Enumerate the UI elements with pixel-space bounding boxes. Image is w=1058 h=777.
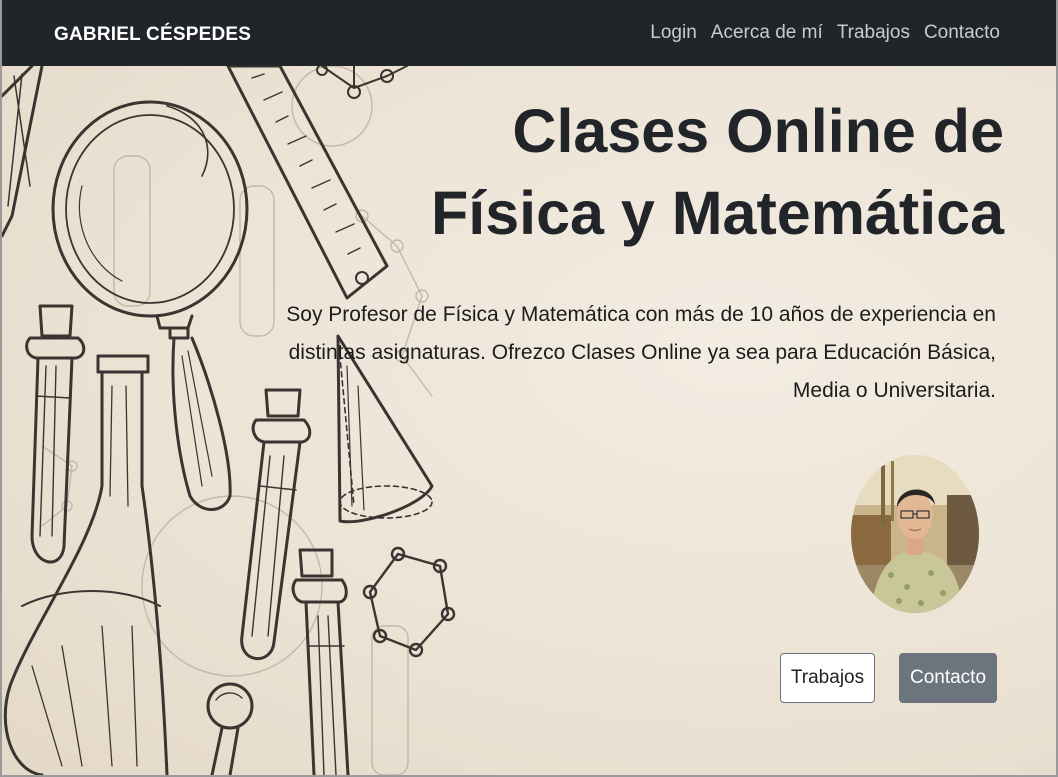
nav-links: Login Acerca de mí Trabajos Contacto — [650, 22, 1000, 44]
science-sketch-illustration — [2, 66, 456, 775]
hero-section: Clases Online de Física y Matemática Soy… — [2, 66, 1056, 775]
contacto-button[interactable]: Contacto — [899, 653, 997, 703]
hero-title-line1: Clases Online de — [512, 97, 1004, 165]
browser-viewport: GABRIEL CÉSPEDES Login Acerca de mí Trab… — [0, 0, 1058, 777]
profile-photo — [851, 455, 979, 613]
brand-logo[interactable]: GABRIEL CÉSPEDES — [54, 24, 251, 46]
nav-link-trabajos[interactable]: Trabajos — [837, 22, 910, 44]
nav-link-login[interactable]: Login — [650, 22, 697, 44]
nav-link-acerca[interactable]: Acerca de mí — [711, 22, 823, 44]
navbar: GABRIEL CÉSPEDES Login Acerca de mí Trab… — [2, 0, 1056, 66]
trabajos-button[interactable]: Trabajos — [780, 653, 875, 703]
nav-link-contacto[interactable]: Contacto — [924, 22, 1000, 44]
hero-description: Soy Profesor de Física y Matemática con … — [286, 303, 996, 402]
hero-title: Clases Online de Física y Matemática — [431, 90, 1004, 254]
hero-title-line2: Física y Matemática — [430, 179, 1004, 247]
